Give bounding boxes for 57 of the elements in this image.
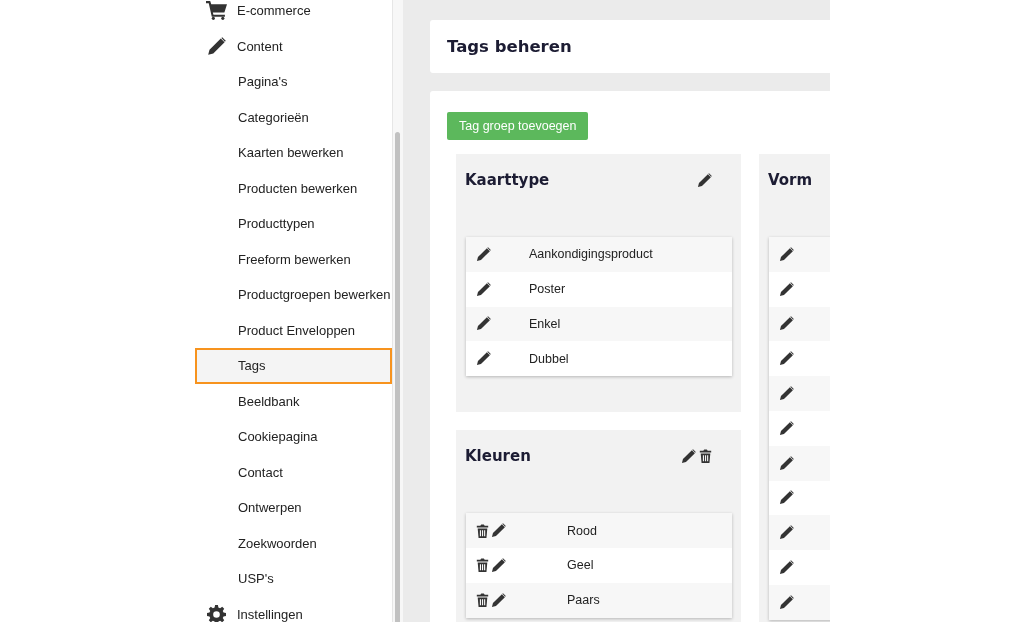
menu-item[interactable]: Contact (195, 454, 393, 490)
cart-icon (205, 1, 227, 21)
pencil-icon (206, 36, 226, 56)
menu-item[interactable]: Producten bewerken (195, 170, 393, 206)
pencil-icon[interactable] (491, 557, 506, 573)
group-title: Kleuren (465, 447, 532, 466)
pencil-icon[interactable] (697, 172, 712, 188)
pencil-icon[interactable] (779, 560, 794, 576)
pencil-icon[interactable] (476, 316, 491, 332)
tag-label: Enkel (529, 317, 561, 331)
menu-item[interactable]: Content (237, 38, 283, 54)
pencil-icon[interactable] (476, 246, 491, 262)
pencil-icon[interactable] (779, 386, 794, 402)
menu-item[interactable]: Kaarten bewerken (195, 135, 393, 171)
menu-item[interactable]: Tags (195, 348, 393, 384)
tag-label: Poster (529, 282, 566, 297)
menu-item[interactable]: USP's (195, 561, 393, 597)
gear-icon (206, 604, 226, 622)
tag-label: Dubbel (529, 351, 569, 366)
pencil-icon[interactable] (779, 316, 794, 332)
scrollbar[interactable] (392, 0, 403, 622)
trash-icon[interactable] (476, 593, 489, 608)
pencil-icon[interactable] (779, 525, 794, 541)
menu-item[interactable]: Productgroepen bewerken (195, 277, 393, 313)
pencil-icon[interactable] (681, 448, 696, 464)
tag-label: Geel (567, 558, 594, 573)
menu-item[interactable]: Zoekwoorden (195, 525, 393, 561)
pencil-icon[interactable] (779, 420, 794, 436)
trash-icon[interactable] (476, 523, 489, 538)
pencil-icon[interactable] (476, 351, 491, 367)
pencil-icon[interactable] (491, 592, 506, 608)
pencil-icon[interactable] (779, 281, 794, 297)
menu-item[interactable]: Freeform bewerken (195, 241, 393, 277)
pencil-icon[interactable] (476, 281, 491, 297)
menu-item[interactable]: Instellingen (237, 606, 303, 622)
pencil-icon[interactable] (491, 523, 506, 539)
pencil-icon[interactable] (779, 490, 794, 506)
trash-icon[interactable] (699, 448, 712, 463)
menu-item[interactable]: Pagina's (195, 64, 393, 100)
pencil-icon[interactable] (779, 455, 794, 471)
pencil-icon[interactable] (779, 246, 794, 262)
pencil-icon[interactable] (779, 351, 794, 367)
menu-item[interactable]: Beeldbank (195, 383, 393, 419)
group-title: Kaarttype (465, 171, 551, 189)
pencil-icon[interactable] (779, 594, 794, 610)
tag-label: Rood (567, 523, 597, 538)
tag-label: Paars (567, 593, 600, 608)
menu-item[interactable]: Categorieën (195, 99, 393, 135)
tag-label: Aankondigingsproduct (529, 247, 653, 262)
page-title: Tags beheren (447, 37, 572, 56)
menu-item[interactable]: Cookiepagina (195, 419, 393, 455)
menu-item[interactable]: Ontwerpen (195, 490, 393, 526)
menu-item[interactable]: Product Enveloppen (195, 312, 393, 348)
menu-item[interactable]: Producttypen (195, 206, 393, 242)
group-title: Vorm (768, 171, 814, 189)
trash-icon[interactable] (476, 558, 489, 573)
menu-item[interactable]: E-commerce (237, 3, 311, 19)
